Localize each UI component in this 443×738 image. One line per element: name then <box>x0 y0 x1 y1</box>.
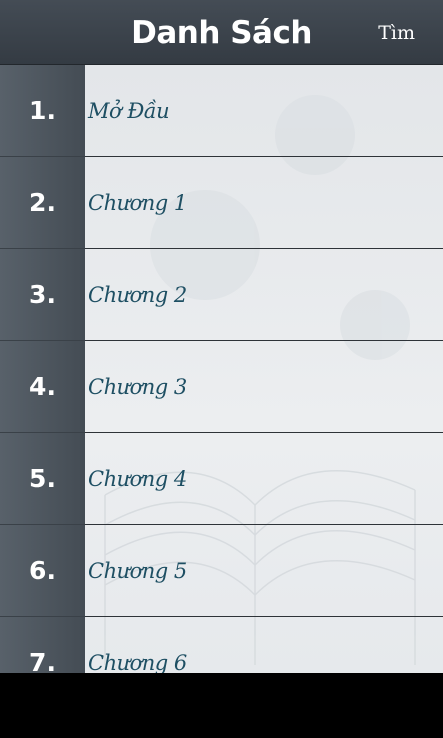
system-bottom-bar <box>0 673 443 738</box>
list-item[interactable]: 1. Mở Đầu <box>0 65 443 157</box>
chapter-label: Chương 6 <box>88 651 187 673</box>
chapter-number: 7. <box>29 648 56 673</box>
chapter-label: Mở Đầu <box>88 99 170 123</box>
chapter-label: Chương 3 <box>88 375 187 399</box>
chapter-label: Chương 4 <box>88 467 187 491</box>
chapter-number: 3. <box>29 280 56 309</box>
chapter-number: 6. <box>29 556 56 585</box>
search-button[interactable]: Tìm <box>378 20 415 46</box>
list-item[interactable]: 4. Chương 3 <box>0 341 443 433</box>
chapter-number: 4. <box>29 372 56 401</box>
chapter-number: 2. <box>29 188 56 217</box>
chapter-label: Chương 1 <box>88 191 187 215</box>
app-window: Danh Sách Tìm 1. Mở Đầu 2. Chương 1 3. C… <box>0 0 443 738</box>
list-item[interactable]: 3. Chương 2 <box>0 249 443 341</box>
list-item[interactable]: 6. Chương 5 <box>0 525 443 617</box>
chapter-number: 1. <box>29 96 56 125</box>
list-item[interactable]: 5. Chương 4 <box>0 433 443 525</box>
chapter-label: Chương 5 <box>88 559 187 583</box>
chapter-number: 5. <box>29 464 56 493</box>
header-bar: Danh Sách Tìm <box>0 0 443 65</box>
chapter-label: Chương 2 <box>88 283 187 307</box>
chapter-list[interactable]: 1. Mở Đầu 2. Chương 1 3. Chương 2 4. Chư… <box>0 65 443 673</box>
list-item[interactable]: 2. Chương 1 <box>0 157 443 249</box>
list-item[interactable]: 7. Chương 6 <box>0 617 443 673</box>
page-title: Danh Sách <box>131 15 312 51</box>
